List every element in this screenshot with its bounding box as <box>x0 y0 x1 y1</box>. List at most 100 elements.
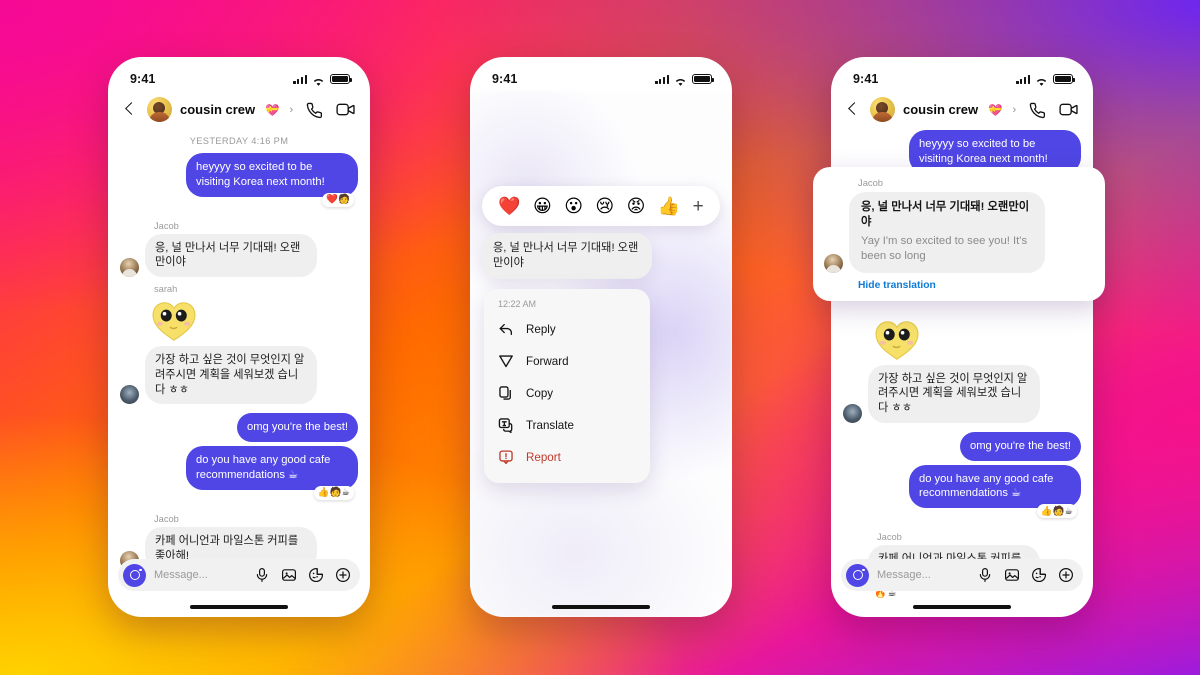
photo-icon[interactable] <box>1004 567 1020 583</box>
copy-pages-icon <box>498 385 514 401</box>
emoji-reaction-bar: ❤️ 😀 😮 😢 😡 👍 + <box>482 186 720 226</box>
message-row-out: omg you're the best! <box>120 413 358 443</box>
reaction-sad-icon[interactable]: 😢 <box>595 197 614 215</box>
sticker-icon[interactable] <box>1031 567 1047 583</box>
plus-circle-icon[interactable] <box>1058 567 1074 583</box>
context-menu-label: Translate <box>526 418 574 432</box>
status-clock: 9:41 <box>853 72 879 86</box>
message-composer: Message... <box>841 559 1083 591</box>
hide-translation-button[interactable]: Hide translation <box>858 280 1091 291</box>
status-clock: 9:41 <box>130 72 156 86</box>
message-timestamp: 12:22 AM <box>498 299 537 309</box>
sender-label: Jacob <box>877 532 902 543</box>
reaction-wow-icon[interactable]: 😮 <box>564 197 583 215</box>
message-row-in: 가장 하고 싶은 것이 무엇인지 알려주시면 계획을 세워보겠 습니다 ㅎㅎ <box>120 346 358 405</box>
message-bubble[interactable]: omg you're the best! <box>959 431 1081 461</box>
reaction-grin-icon[interactable]: 😀 <box>533 197 552 215</box>
reaction-heart-icon[interactable]: ❤️ <box>498 197 520 215</box>
camera-icon[interactable] <box>123 563 146 587</box>
home-indicator <box>552 605 650 609</box>
message-bubble[interactable]: omg you're the best! <box>236 413 358 443</box>
translation-row: 응, 널 만나서 너무 기대돼! 오랜만이야 Yay I'm so excite… <box>824 192 1091 273</box>
message-row-in: 응, 널 만나서 너무 기대돼! 오랜만이야 <box>120 233 358 278</box>
title-heart-emoji: 💝 <box>988 104 1003 117</box>
context-menu-item-forward[interactable]: Forward <box>484 345 650 377</box>
avatar[interactable] <box>843 403 862 423</box>
conversation-title: cousin crew <box>180 102 256 117</box>
context-menu-item-copy[interactable]: Copy <box>484 377 650 409</box>
chevron-right-icon: › <box>289 103 294 116</box>
chevron-right-icon: › <box>1012 103 1017 116</box>
chat-header: cousin crew 💝 › <box>831 91 1093 130</box>
context-menu-item-report[interactable]: Report <box>484 441 650 473</box>
phone-icon[interactable] <box>305 101 323 119</box>
focused-message-bubble[interactable]: 응, 널 만나서 너무 기대돼! 오랜만이야 <box>482 233 652 279</box>
header-actions <box>1028 101 1078 119</box>
phone-icon[interactable] <box>1028 101 1046 119</box>
title-heart-emoji: 💝 <box>265 104 280 117</box>
translated-message-bubble[interactable]: 응, 널 만나서 너무 기대돼! 오랜만이야 Yay I'm so excite… <box>849 192 1045 273</box>
message-row-out: do you have any good cafe recommendation… <box>120 446 358 490</box>
home-indicator <box>190 605 288 609</box>
reaction-pill[interactable]: ❤️🧑 <box>322 192 354 207</box>
avatar[interactable] <box>120 258 139 278</box>
sender-label: Jacob <box>858 177 884 188</box>
message-row-out: do you have any good cafe recommendation… <box>843 464 1081 509</box>
plus-circle-icon[interactable] <box>335 567 351 583</box>
message-bubble[interactable]: 가장 하고 싶은 것이 무엇인지 알려주시면 계획을 세워보겠 습니다 ㅎㅎ <box>145 346 317 405</box>
wifi-icon <box>312 74 325 86</box>
microphone-icon[interactable] <box>254 567 270 583</box>
reaction-angry-icon[interactable]: 😡 <box>627 197 646 215</box>
reaction-pill[interactable]: 👍🧑☕ <box>1036 504 1077 519</box>
message-input[interactable]: Message... <box>877 569 969 581</box>
message-bubble[interactable]: do you have any good cafe recommendation… <box>909 464 1081 509</box>
screen: 9:41 cousin crew 💝 › <box>108 57 370 617</box>
more-reactions-icon[interactable]: + <box>693 197 704 216</box>
message-composer: Message... <box>118 559 360 591</box>
context-menu-item-translate[interactable]: Translate <box>484 409 650 441</box>
status-icons <box>293 74 353 86</box>
status-bar: 9:41 <box>108 57 370 91</box>
context-menu: 12:22 AM Reply Forward Copy Translate Re… <box>484 289 650 483</box>
message-row-in: 가장 하고 싶은 것이 무엇인지 알려주시면 계획을 세워보겠 습니다 ㅎㅎ <box>843 364 1081 423</box>
phone-translation: 9:41 cousin crew 💝 › heyyyy so excited t… <box>831 57 1093 617</box>
message-list: YESTERDAY 4:16 PM heyyyy so excited to b… <box>108 136 370 584</box>
avatar[interactable] <box>824 253 843 273</box>
back-icon[interactable] <box>844 101 862 119</box>
reply-arrow-icon <box>498 321 514 337</box>
photo-icon[interactable] <box>281 567 297 583</box>
message-input[interactable]: Message... <box>154 569 246 581</box>
status-bar: 9:41 <box>831 57 1093 91</box>
translate-icon <box>498 417 514 434</box>
message-bubble[interactable]: do you have any good cafe recommendation… <box>186 446 358 490</box>
video-camera-icon[interactable] <box>336 101 355 119</box>
message-row-out: heyyyy so excited to be visiting Korea n… <box>120 153 358 197</box>
reaction-thumbsup-icon[interactable]: 👍 <box>658 197 680 215</box>
screen: 9:41 cousin crew 💝 › <box>831 57 1093 617</box>
message-row-out: omg you're the best! <box>843 431 1081 461</box>
reaction-pill[interactable]: 👍🧑☕ <box>313 485 354 500</box>
sender-label: Jacob <box>154 513 179 524</box>
reaction-row: 👍🧑☕ <box>843 504 1081 525</box>
back-icon[interactable] <box>121 101 139 119</box>
message-bubble[interactable]: 가장 하고 싶은 것이 무엇인지 알려주시면 계획을 세워보겠 습니다 ㅎㅎ <box>868 364 1040 423</box>
video-camera-icon[interactable] <box>1059 101 1078 119</box>
yellow-heart-face-sticker[interactable] <box>151 300 197 342</box>
group-avatar[interactable] <box>870 97 895 122</box>
context-menu-item-reply[interactable]: Reply <box>484 313 650 345</box>
forward-send-icon <box>498 353 514 369</box>
group-avatar[interactable] <box>147 97 172 122</box>
microphone-icon[interactable] <box>977 567 993 583</box>
day-separator: YESTERDAY 4:16 PM <box>189 136 289 146</box>
composer-icons <box>254 567 351 583</box>
sticker-icon[interactable] <box>308 567 324 583</box>
avatar[interactable] <box>120 385 139 405</box>
message-bubble[interactable]: 응, 널 만나서 너무 기대돼! 오랜만이야 <box>145 233 317 278</box>
cellular-signal-icon <box>293 74 307 84</box>
phone-context-menu: 9:41 ❤️ 😀 😮 😢 😡 👍 + 응, 널 만나서 너무 기대돼! 오랜만… <box>470 57 732 617</box>
battery-icon <box>330 74 353 84</box>
message-bubble[interactable]: heyyyy so excited to be visiting Korea n… <box>186 153 358 197</box>
chat-header: cousin crew 💝 › <box>108 91 370 130</box>
camera-icon[interactable] <box>846 563 869 587</box>
yellow-heart-face-sticker[interactable] <box>874 319 920 361</box>
